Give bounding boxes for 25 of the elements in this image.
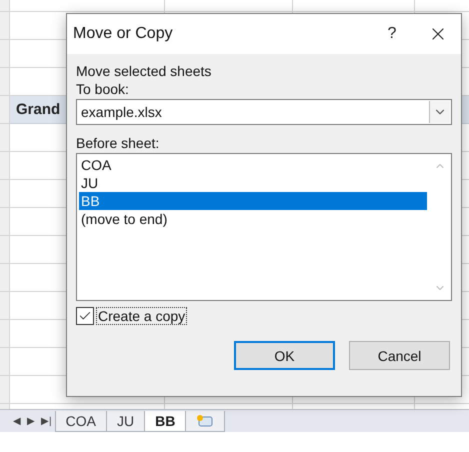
dialog-heading: Move selected sheets (76, 62, 212, 80)
cancel-button[interactable]: Cancel (349, 341, 450, 370)
to-book-label: To book: (76, 80, 130, 98)
sheet-nav-arrow[interactable]: ◀ (10, 415, 24, 432)
create-copy-label[interactable]: Create a copy (96, 307, 188, 325)
help-button[interactable]: ? (369, 14, 415, 54)
sheet-list-item[interactable]: JU (79, 174, 427, 192)
sheet-tab[interactable]: BB (144, 411, 186, 432)
sheet-nav-arrow[interactable]: ▶ (24, 415, 38, 432)
create-copy-checkbox[interactable] (76, 307, 94, 325)
before-sheet-label: Before sheet: (76, 134, 160, 152)
sheet-list-item[interactable]: (move to end) (79, 210, 427, 228)
sheet-tab[interactable]: JU (106, 411, 146, 432)
new-sheet-icon (196, 414, 214, 428)
ok-button[interactable]: OK (234, 341, 335, 370)
chevron-down-icon (429, 101, 450, 123)
to-book-dropdown[interactable]: example.xlsx (76, 99, 452, 125)
sheet-list-item[interactable]: COA (79, 156, 427, 174)
grand-total-label: Grand (16, 101, 60, 118)
sheet-list-item[interactable]: BB (79, 192, 427, 210)
sheet-listbox[interactable]: COA JU BB (move to end) (76, 153, 452, 301)
sheet-nav-arrow[interactable]: ▶| (38, 415, 55, 432)
sheet-tab[interactable]: COA (54, 411, 107, 432)
dialog-title: Move or Copy (73, 25, 174, 43)
new-sheet-tab[interactable] (185, 411, 226, 432)
